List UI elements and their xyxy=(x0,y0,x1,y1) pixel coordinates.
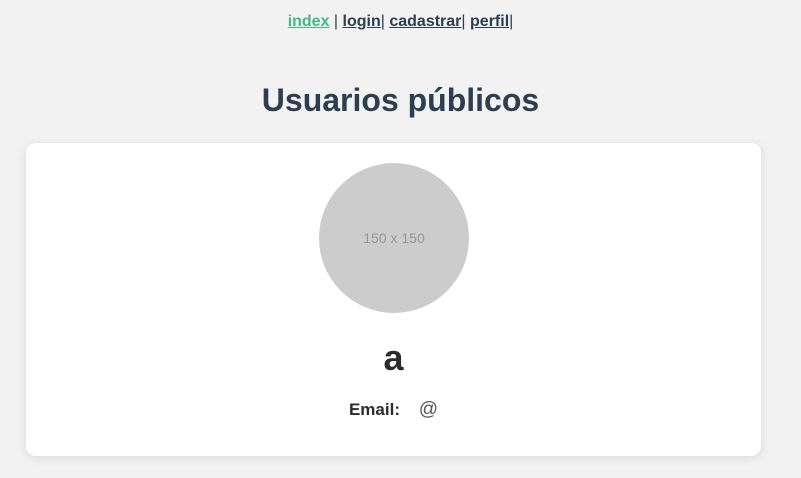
email-row: Email: @ xyxy=(26,399,761,421)
avatar-placeholder-text: 150 x 150 xyxy=(363,230,425,246)
top-nav: index | login| cadastrar| perfil| xyxy=(0,13,801,31)
nav-separator: | xyxy=(461,13,471,30)
nav-separator: | xyxy=(509,13,514,30)
nav-link-cadastrar[interactable]: cadastrar xyxy=(389,13,461,30)
user-card: 150 x 150 a Email: @ xyxy=(26,143,761,456)
email-label: Email: xyxy=(348,400,400,419)
nav-link-login[interactable]: login xyxy=(343,13,381,30)
avatar-placeholder: 150 x 150 xyxy=(319,163,469,313)
nav-separator: | xyxy=(329,13,343,30)
user-name: a xyxy=(383,337,404,378)
email-value: @ xyxy=(418,399,439,420)
nav-link-perfil[interactable]: perfil xyxy=(470,13,509,30)
page-title: Usuarios públicos xyxy=(261,82,540,118)
nav-link-index[interactable]: index xyxy=(288,13,330,30)
